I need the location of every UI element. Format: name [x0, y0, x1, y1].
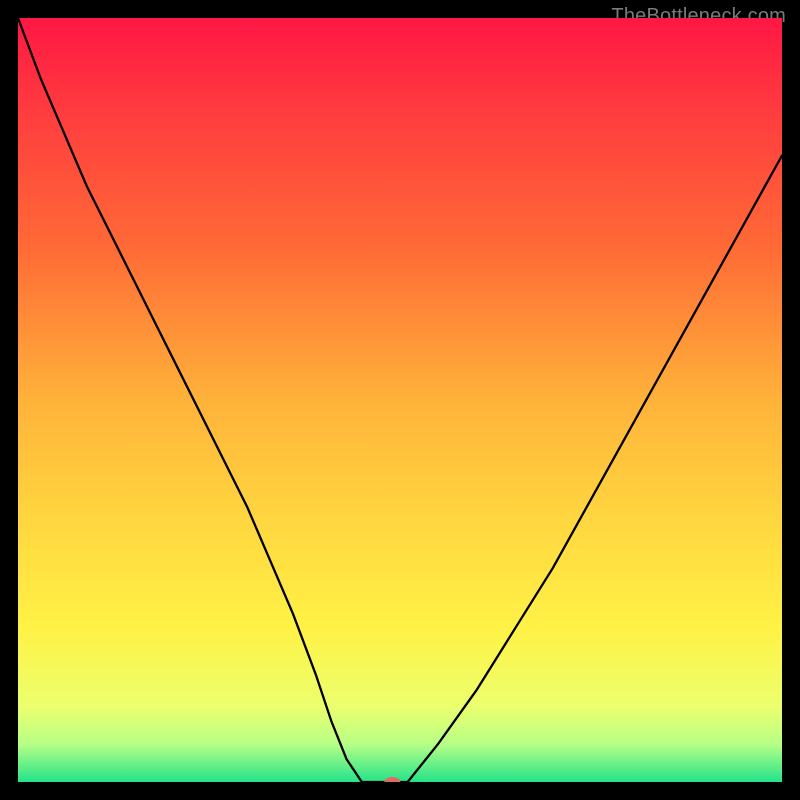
gradient-background — [18, 18, 782, 782]
chart-frame: TheBottleneck.com — [0, 0, 800, 800]
bottleneck-chart — [18, 18, 782, 782]
